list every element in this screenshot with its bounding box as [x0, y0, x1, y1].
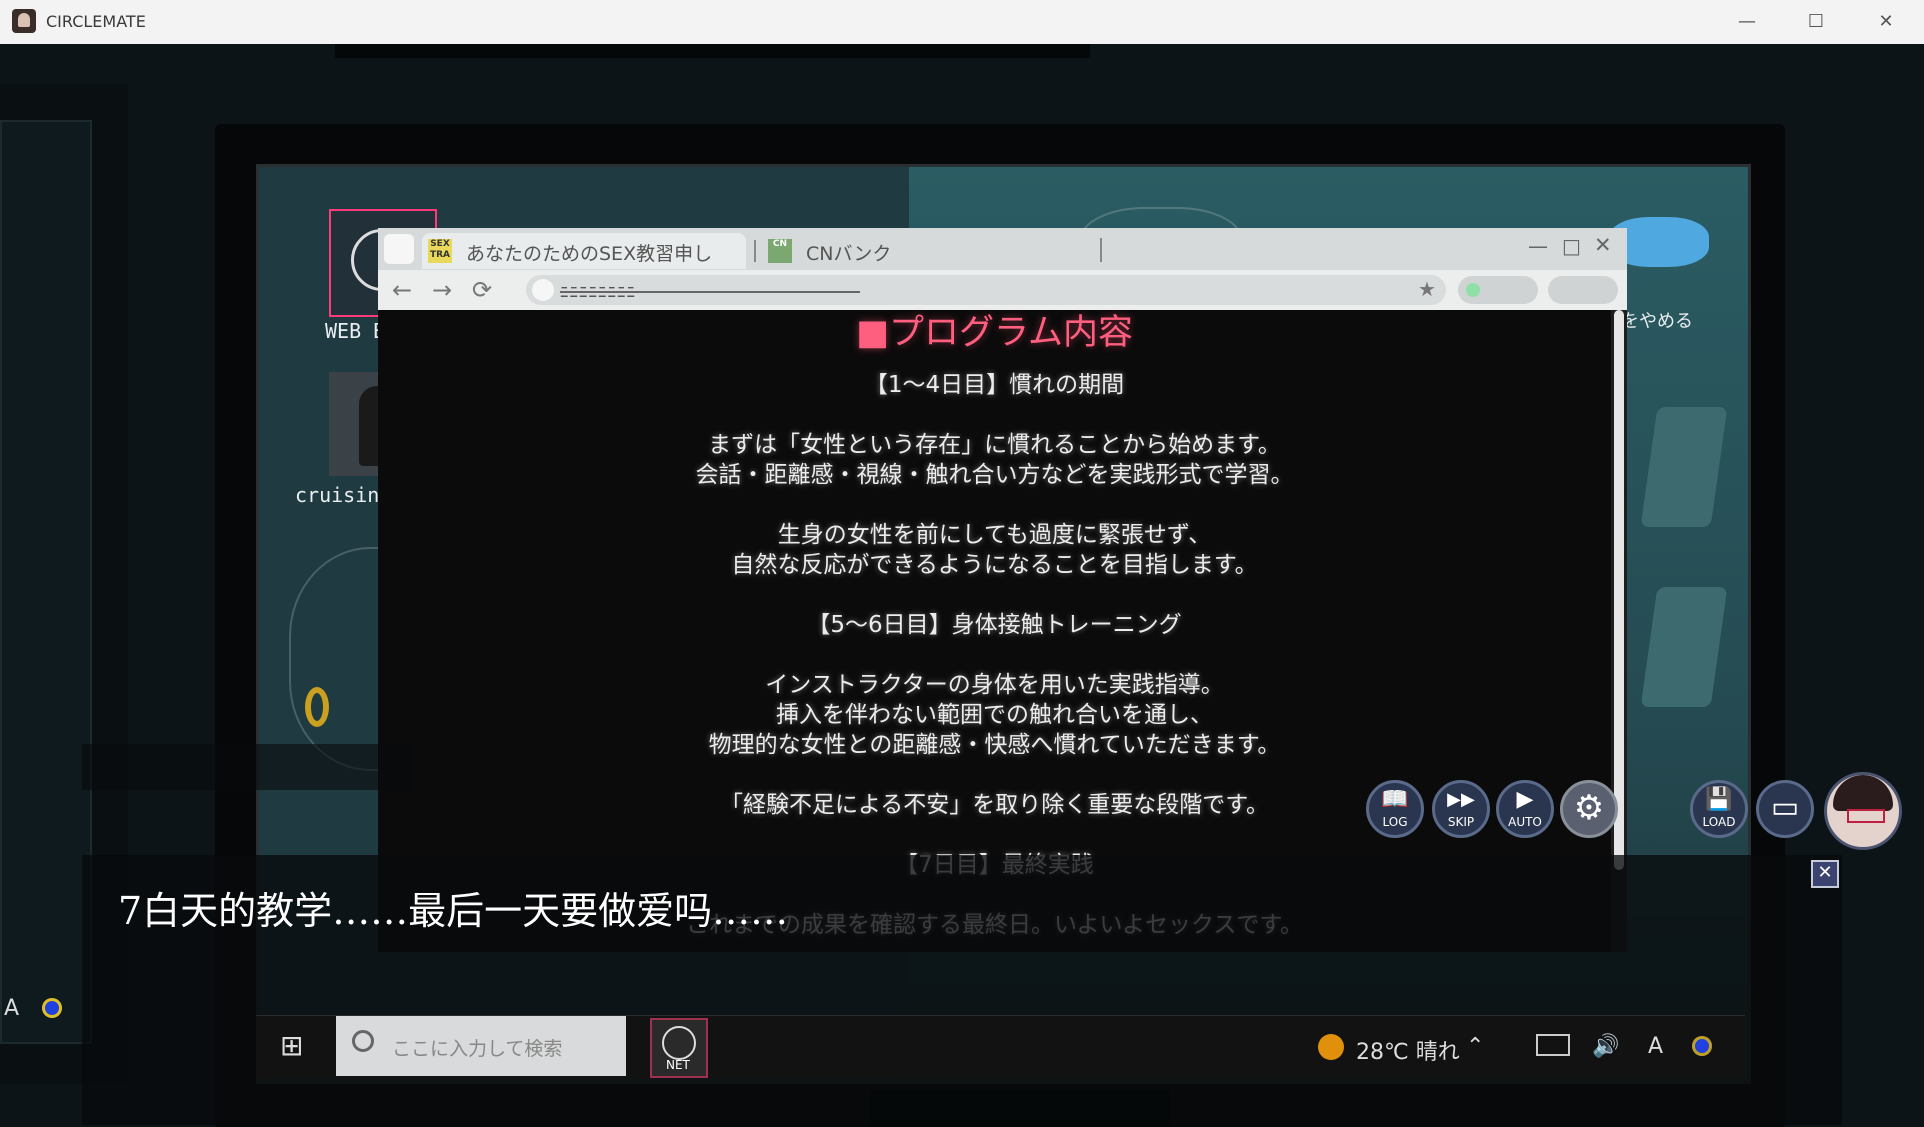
taskbar-net-app[interactable]: NET [650, 1018, 708, 1078]
ime-indicator[interactable]: A [1648, 1034, 1663, 1059]
address-underline [560, 291, 860, 293]
new-tab-button[interactable] [384, 234, 414, 264]
browser-close-button[interactable]: ✕ [1594, 233, 1612, 257]
weather-sun-icon [1318, 1034, 1344, 1060]
browser-tab-bar: SEX TRA あなたのためのSEX教習申し CN CNバンク — □ ✕ [378, 228, 1627, 270]
desktop-right-label: をやめる [1621, 311, 1693, 332]
content-line: 挿入を伴わない範囲での触れ合いを通し、 [776, 702, 1213, 728]
name-plate [82, 744, 412, 790]
weather-text[interactable]: 28℃ 晴れ [1356, 1034, 1460, 1066]
volume-icon[interactable]: 🔊 [1592, 1034, 1619, 1059]
auto-label: AUTO [1508, 815, 1542, 829]
forward-button[interactable]: → [432, 276, 452, 304]
settings-button[interactable]: ⚙ [1560, 780, 1618, 838]
window-title: CIRCLEMATE [46, 12, 146, 31]
desktop-icon-label: WEB B [325, 319, 386, 343]
book-icon: 📖 [1381, 787, 1409, 812]
app-icon [12, 9, 36, 33]
load-label: LOAD [1702, 815, 1736, 829]
chevron-up-icon[interactable]: ⌃ [1466, 1034, 1484, 1059]
game-scene[interactable]: A WEB B cruising をやめる SEX TRA あなたのためのSEX… [0, 44, 1924, 1127]
background-bar [335, 44, 1090, 58]
load-button[interactable]: 💾 LOAD [1690, 780, 1748, 838]
log-label: LOG [1382, 815, 1408, 829]
content-line: 生身の女性を前にしても過度に緊張せず、 [777, 522, 1212, 548]
in-game-browser-window: SEX TRA あなたのためのSEX教習申し CN CNバンク — □ ✕ ← … [378, 228, 1627, 952]
address-bar[interactable]: ﾆﾆﾆﾆﾆﾆﾆﾆ ★ [526, 275, 1446, 305]
site-info-icon [532, 279, 554, 301]
scrollbar-thumb[interactable] [1614, 310, 1624, 870]
notification-icon[interactable] [1692, 1036, 1712, 1056]
close-button[interactable]: ✕ [1863, 6, 1909, 38]
windows-start-icon[interactable]: ⊞ [280, 1032, 303, 1060]
avatar-hair [1833, 775, 1893, 811]
tab-label: あなたのためのSEX教習申し [466, 243, 713, 265]
tab-favicon: CN [768, 239, 792, 263]
bookmark-star-icon[interactable]: ★ [1418, 277, 1436, 301]
content-line: まずは「女性という存在」に慣れることから始めます。 [708, 432, 1281, 458]
search-icon [352, 1030, 374, 1052]
dialogue-close-button[interactable]: ✕ [1811, 860, 1839, 888]
tab-favicon: SEX TRA [428, 239, 452, 263]
tab-sex-training[interactable]: SEX TRA あなたのためのSEX教習申し [422, 233, 746, 269]
desktop-icon-label: cruising [295, 483, 392, 507]
gear-icon: ⚙ [1573, 788, 1605, 828]
status-dot-icon [1466, 283, 1480, 297]
content-line: 自然な反応ができるようになることを目指します。 [731, 552, 1258, 578]
tab-divider [754, 240, 756, 262]
back-button[interactable]: ← [392, 276, 412, 304]
taskbar-search-box[interactable]: ここに入力して検索 [336, 1016, 626, 1076]
dialogue-text: 7白天的教学……最后一天要做爱吗…… [118, 889, 789, 933]
window-toggle-button[interactable]: ▭ [1756, 780, 1814, 838]
avatar-glasses [1847, 809, 1885, 823]
maximize-button[interactable]: ☐ [1793, 6, 1839, 38]
content-line: 【1～4日目】慣れの期間 [864, 372, 1125, 398]
skip-button[interactable]: ▶▶ SKIP [1432, 780, 1490, 838]
search-placeholder: ここに入力して検索 [392, 1038, 563, 1060]
globe-icon [662, 1026, 696, 1060]
background-bottom-bar [870, 1090, 1170, 1127]
tab-divider [1100, 238, 1102, 262]
left-tray-dot-icon [42, 998, 62, 1018]
window-titlebar: CIRCLEMATE — ☐ ✕ [0, 0, 1924, 45]
background-left-screen: A [0, 120, 92, 1044]
tab-label: CNバンク [806, 243, 892, 265]
wallpaper-mark [305, 687, 329, 727]
extension-pill[interactable] [1458, 276, 1538, 304]
character-avatar[interactable] [1824, 772, 1902, 850]
page-heading: ■プログラム内容 [855, 313, 1134, 353]
left-ime-label: A [4, 996, 20, 1021]
minimize-button[interactable]: — [1724, 6, 1770, 38]
reload-button[interactable]: ⟳ [472, 276, 492, 304]
load-icon: 💾 [1705, 787, 1733, 812]
log-button[interactable]: 📖 LOG [1366, 780, 1424, 838]
content-line: 物理的な女性との距離感・快感へ慣れていただきます。 [708, 732, 1281, 758]
content-line: 「経験不足による不安」を取り除く重要な段階です。 [719, 792, 1269, 818]
auto-button[interactable]: ▶ AUTO [1496, 780, 1554, 838]
content-line: 【5～6日目】身体接触トレーニング [807, 612, 1182, 638]
skip-label: SKIP [1447, 815, 1475, 829]
content-line: 会話・距離感・視線・触れ合い方などを実践形式で学習。 [695, 462, 1294, 488]
browser-nav-bar: ← → ⟳ ﾆﾆﾆﾆﾆﾆﾆﾆ ★ [378, 270, 1627, 310]
profile-pill[interactable] [1548, 276, 1618, 304]
browser-maximize-button[interactable]: □ [1562, 234, 1581, 258]
content-line: インストラクターの身体を用いた実践指導。 [765, 672, 1224, 698]
play-icon: ▶ [1516, 787, 1534, 812]
tab-cn-bank[interactable]: CN CNバンク [762, 233, 1092, 269]
in-game-taskbar: ⊞ ここに入力して検索 NET 28℃ 晴れ ⌃ 🔊 A [256, 1015, 1745, 1079]
network-icon[interactable] [1536, 1034, 1570, 1056]
fast-forward-icon: ▶▶ [1447, 789, 1475, 810]
window-icon: ▭ [1770, 790, 1800, 825]
net-label: NET [666, 1058, 690, 1072]
browser-minimize-button[interactable]: — [1528, 234, 1548, 258]
